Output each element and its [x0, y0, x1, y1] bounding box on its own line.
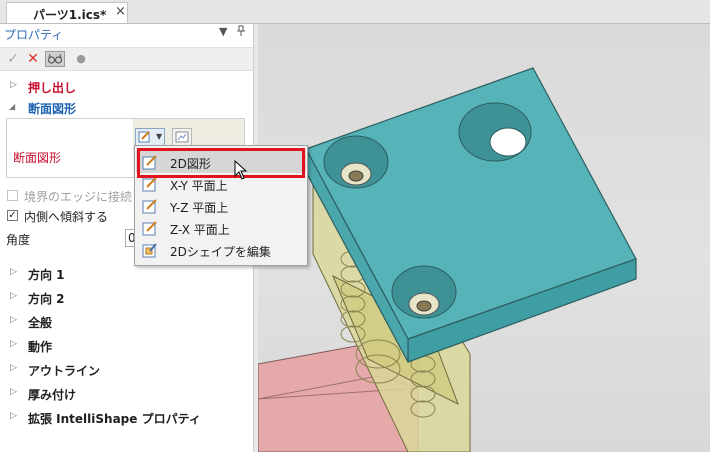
profile-split-button[interactable]: ▼	[135, 128, 165, 146]
section-intellishape[interactable]: ▷ 拡張 IntelliShape プロパティ	[0, 408, 253, 428]
mouse-cursor-icon	[234, 160, 248, 180]
checkbox-taper-label: 内側へ傾斜する	[24, 210, 109, 224]
section-label: 方向 1	[28, 268, 65, 282]
section-label: 押し出し	[28, 81, 77, 95]
document-tab-strip: パーツ1.ics* ×	[0, 0, 710, 24]
menu-item-edit-2d-shape[interactable]: 2Dシェイプを編集	[136, 239, 306, 261]
glasses-icon[interactable]	[45, 51, 65, 67]
menu-item-label: Y-Z 平面上	[170, 201, 229, 215]
dot-icon[interactable]: ●	[73, 51, 89, 67]
menu-item-yz-plane[interactable]: Y-Z 平面上	[136, 195, 306, 217]
dropdown-arrow-icon[interactable]: ▼	[156, 132, 162, 141]
section-label: 断面図形	[28, 102, 77, 116]
3d-viewport[interactable]	[258, 24, 710, 452]
expand-arrow-icon: ▷	[10, 363, 17, 373]
collapse-arrow-icon: ◢	[9, 102, 16, 111]
expand-arrow-icon: ▷	[10, 267, 17, 277]
expand-arrow-icon: ▷	[10, 80, 17, 90]
image-icon	[175, 131, 189, 143]
section-behavior[interactable]: ▷ 動作	[0, 336, 253, 356]
section-general[interactable]: ▷ 全般	[0, 312, 253, 332]
menu-item-label: X-Y 平面上	[170, 179, 228, 193]
3d-model	[258, 67, 637, 452]
profile-select-button[interactable]	[172, 128, 192, 146]
section-label: 動作	[28, 340, 53, 354]
document-tab-title: パーツ1.ics*	[33, 8, 107, 22]
section-label: 拡張 IntelliShape プロパティ	[28, 412, 201, 426]
angle-label: 角度	[6, 233, 31, 247]
section-thickness[interactable]: ▷ 厚み付け	[0, 384, 253, 404]
section-label: 方向 2	[28, 292, 65, 306]
panel-title: プロパティ	[4, 28, 64, 42]
section-outline[interactable]: ▷ アウトライン	[0, 360, 253, 380]
expand-arrow-icon: ▷	[10, 291, 17, 301]
checkbox-taper[interactable]: ✓	[7, 210, 18, 221]
edit-shape-icon	[142, 243, 157, 258]
checkbox-edge-label: 境界のエッジに接続し	[24, 190, 145, 204]
panel-menu-icon[interactable]: ▼	[219, 25, 227, 38]
expand-arrow-icon: ▷	[10, 411, 17, 421]
menu-item-zx-plane[interactable]: Z-X 平面上	[136, 217, 306, 239]
section-direction-2[interactable]: ▷ 方向 2	[0, 288, 253, 308]
close-icon[interactable]: ×	[115, 4, 126, 19]
sketch-icon	[138, 131, 150, 143]
plane-yz-icon	[142, 199, 157, 214]
x-icon[interactable]: ✕	[25, 51, 41, 67]
panel-toolbar: ✓ ✕ ●	[0, 47, 253, 71]
check-icon[interactable]: ✓	[5, 51, 21, 67]
profile-label: 断面図形	[13, 151, 62, 165]
menu-item-label: Z-X 平面上	[170, 223, 230, 237]
plane-xy-icon	[142, 177, 157, 192]
highlight-annotation-box	[137, 148, 305, 178]
section-label: 厚み付け	[28, 388, 77, 402]
expand-arrow-icon: ▷	[10, 315, 17, 325]
pin-icon[interactable]	[236, 25, 246, 40]
section-extrude[interactable]: ▷ 押し出し	[0, 77, 253, 97]
section-label: アウトライン	[28, 364, 101, 378]
checkbox-edge[interactable]	[7, 190, 18, 201]
section-profile[interactable]: ◢ 断面図形	[0, 98, 253, 118]
section-label: 全般	[28, 316, 53, 330]
plane-zx-icon	[142, 221, 157, 236]
expand-arrow-icon: ▷	[10, 387, 17, 397]
menu-item-label: 2Dシェイプを編集	[170, 245, 271, 259]
document-tab[interactable]: パーツ1.ics* ×	[6, 2, 128, 23]
section-direction-1[interactable]: ▷ 方向 1	[0, 264, 253, 284]
expand-arrow-icon: ▷	[10, 339, 17, 349]
